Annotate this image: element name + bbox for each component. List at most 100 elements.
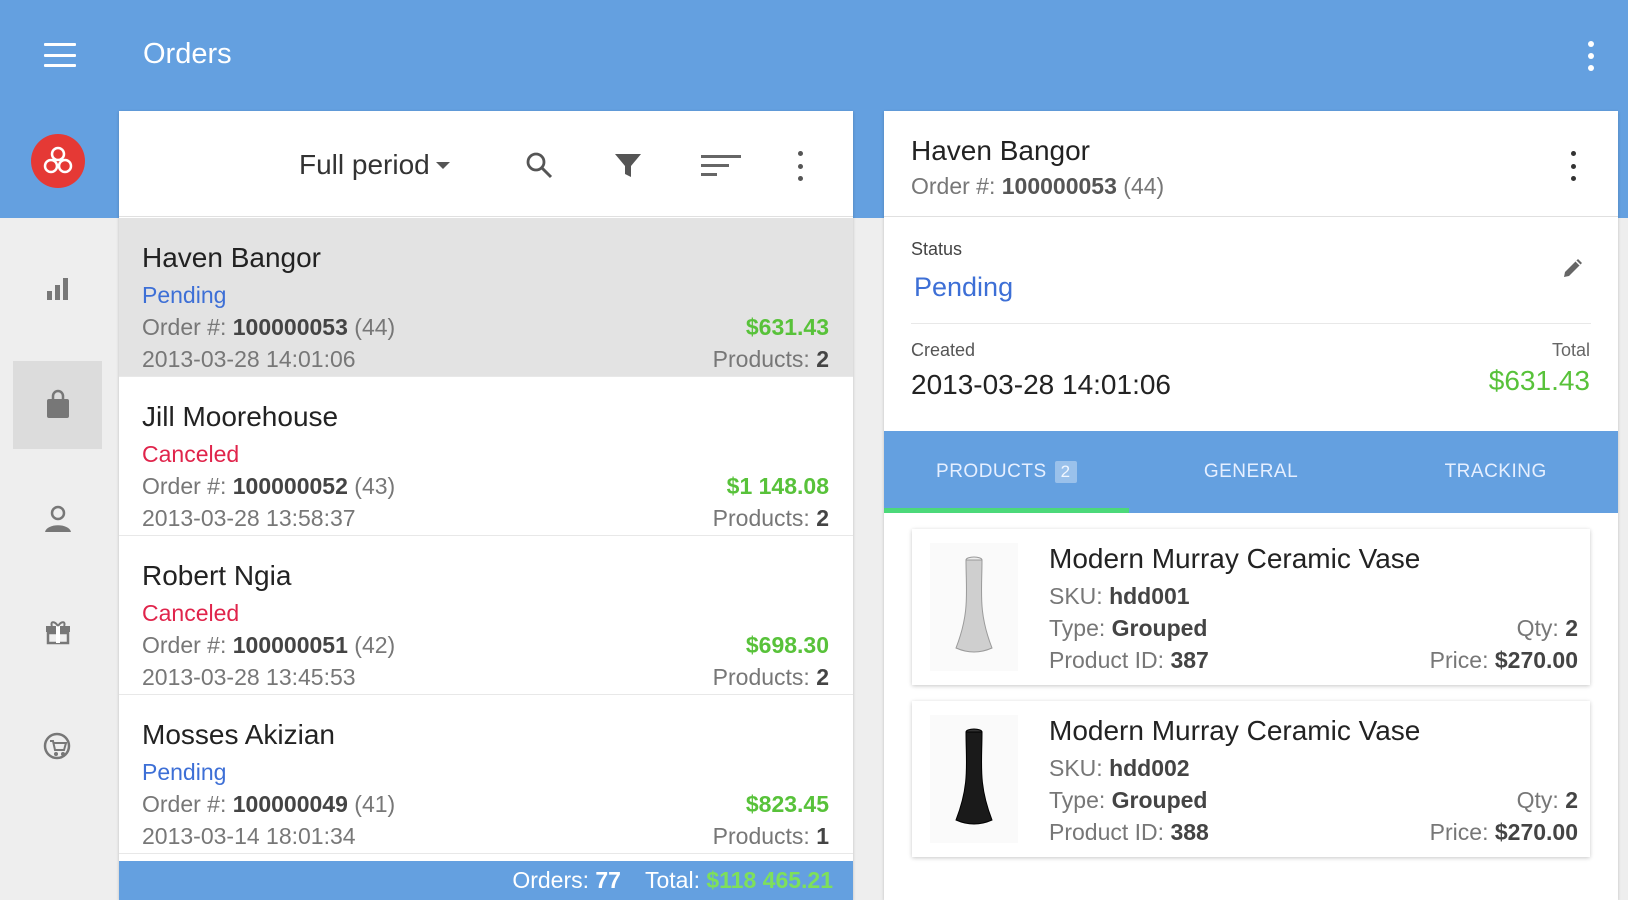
detail-order-prefix: Order #: [911, 173, 996, 199]
detail-order-number-value: 100000053 [1001, 173, 1117, 199]
product-type: Type: Grouped [1049, 615, 1208, 642]
products-box-icon [45, 621, 70, 645]
sidebar-item-carts[interactable] [13, 703, 102, 791]
tab-label: PRODUCTS [936, 461, 1047, 482]
sidebar-item-orders[interactable] [13, 361, 102, 449]
product-price: Price: $270.00 [1430, 647, 1578, 674]
orders-count-value: 77 [595, 867, 621, 893]
detail-tabs: PRODUCTS 2 GENERAL TRACKING [884, 431, 1618, 513]
order-customer-name: Haven Bangor [142, 242, 322, 273]
cart-icon [43, 732, 70, 760]
product-id-label: Product ID: [1049, 819, 1165, 845]
tab-tracking[interactable]: TRACKING [1373, 431, 1618, 513]
product-type: Type: Grouped [1049, 787, 1208, 814]
filter-icon[interactable] [608, 145, 648, 185]
product-card[interactable]: Modern Murray Ceramic Vase SKU: hdd002 Typ… [912, 701, 1590, 857]
product-id-value: 387 [1170, 647, 1209, 673]
order-date: 2013-03-28 14:01:06 [142, 346, 356, 372]
order-number-value: 100000052 [232, 473, 348, 499]
total-label: Total [1551, 340, 1590, 360]
order-amount: $823.45 [745, 791, 829, 817]
type-label: Type: [1049, 615, 1106, 641]
app-logo [31, 134, 85, 188]
detail-more-icon[interactable] [1564, 149, 1582, 183]
order-row[interactable]: Haven Bangor Pending Order #: 100000053 (4… [119, 218, 853, 377]
sku-value: hdd002 [1109, 755, 1190, 781]
order-number: Order #: 100000052 (43) [142, 473, 395, 500]
sidebar-item-dashboard[interactable] [13, 244, 102, 332]
type-value: Grouped [1111, 615, 1208, 641]
price-value: $270.00 [1494, 647, 1578, 673]
order-customer-name: Robert Ngia [142, 560, 292, 591]
shopping-bag-icon [46, 389, 69, 418]
product-name: Modern Murray Ceramic Vase [1049, 543, 1421, 574]
product-image [930, 715, 1018, 843]
page-title: Orders [143, 38, 232, 70]
sort-icon[interactable] [701, 145, 741, 185]
sku-label: SKU: [1049, 755, 1103, 781]
sku-value: hdd001 [1109, 583, 1190, 609]
order-customer-name: Mosses Akizian [142, 719, 335, 750]
orders-total-label: Total: [644, 867, 700, 893]
order-number: Order #: 100000051 (42) [142, 632, 395, 659]
order-amount: $1 148.08 [726, 473, 829, 499]
orders-count-label: Orders: [512, 867, 589, 893]
order-products-count: Products: 2 [713, 664, 829, 691]
caret-down-icon [435, 161, 450, 169]
order-id: (43) [354, 473, 396, 499]
orders-list: Haven Bangor Pending Order #: 100000053 (4… [119, 218, 853, 854]
product-sku: SKU: hdd001 [1049, 583, 1190, 610]
order-products-count: Products: 2 [713, 346, 829, 373]
detail-order-number: Order #: 100000053 (44) [911, 173, 1164, 200]
order-number: Order #: 100000049 (41) [142, 791, 395, 818]
order-number-prefix: Order #: [142, 632, 227, 658]
list-more-icon[interactable] [791, 149, 809, 183]
tab-label: GENERAL [1203, 461, 1299, 482]
detail-order-id: (44) [1123, 173, 1165, 199]
order-number-value: 100000053 [232, 314, 348, 340]
period-dropdown[interactable]: Full period [299, 149, 450, 181]
detail-header: Haven Bangor Order #: 100000053 (44) [884, 111, 1618, 217]
type-label: Type: [1049, 787, 1106, 813]
list-toolbar: Full period [119, 111, 853, 217]
tab-general[interactable]: GENERAL [1129, 431, 1374, 513]
created-label: Created [911, 340, 976, 360]
search-icon[interactable] [519, 145, 559, 185]
products-list: Modern Murray Ceramic Vase SKU: hdd001 Typ… [912, 529, 1590, 873]
price-label: Price: [1429, 819, 1489, 845]
product-price: Price: $270.00 [1430, 819, 1578, 846]
products-count-value: 2 [816, 346, 829, 372]
product-card[interactable]: Modern Murray Ceramic Vase SKU: hdd001 Typ… [912, 529, 1590, 685]
tab-products[interactable]: PRODUCTS 2 [884, 431, 1129, 513]
order-id: (42) [354, 632, 396, 658]
orders-total-summary: Total: $118 465.21 [645, 867, 833, 894]
order-row[interactable]: Jill Moorehouse Canceled Order #: 10000005… [119, 377, 853, 536]
order-row[interactable]: Mosses Akizian Pending Order #: 100000049 … [119, 695, 853, 854]
product-id-value: 388 [1170, 819, 1209, 845]
edit-status-icon[interactable] [1556, 251, 1590, 285]
order-status: Pending [142, 759, 227, 785]
products-count-value: 2 [816, 505, 829, 531]
product-id: Product ID: 387 [1049, 647, 1209, 674]
hamburger-menu-icon[interactable] [42, 40, 78, 70]
product-qty: Qty: 2 [1517, 615, 1578, 642]
order-number-prefix: Order #: [142, 791, 227, 817]
product-id-label: Product ID: [1049, 647, 1165, 673]
detail-customer-name: Haven Bangor [911, 135, 1091, 166]
total-value: $631.43 [1488, 365, 1590, 396]
product-qty: Qty: 2 [1517, 787, 1578, 814]
order-amount: $698.30 [745, 632, 829, 658]
order-detail-panel: Haven Bangor Order #: 100000053 (44) Sta… [884, 111, 1618, 900]
order-date: 2013-03-28 13:58:37 [142, 505, 356, 531]
order-number-prefix: Order #: [142, 314, 227, 340]
qty-value: 2 [1565, 615, 1578, 641]
qty-value: 2 [1565, 787, 1578, 813]
order-number-prefix: Order #: [142, 473, 227, 499]
orders-total-value: $118 465.21 [706, 867, 833, 893]
sidebar-item-products[interactable] [13, 589, 102, 677]
overflow-menu-icon[interactable] [1580, 38, 1602, 74]
order-row[interactable]: Robert Ngia Canceled Order #: 100000051 (4… [119, 536, 853, 695]
qty-label: Qty: [1516, 787, 1559, 813]
sidebar-item-customers[interactable] [13, 475, 102, 563]
product-image [930, 543, 1018, 671]
